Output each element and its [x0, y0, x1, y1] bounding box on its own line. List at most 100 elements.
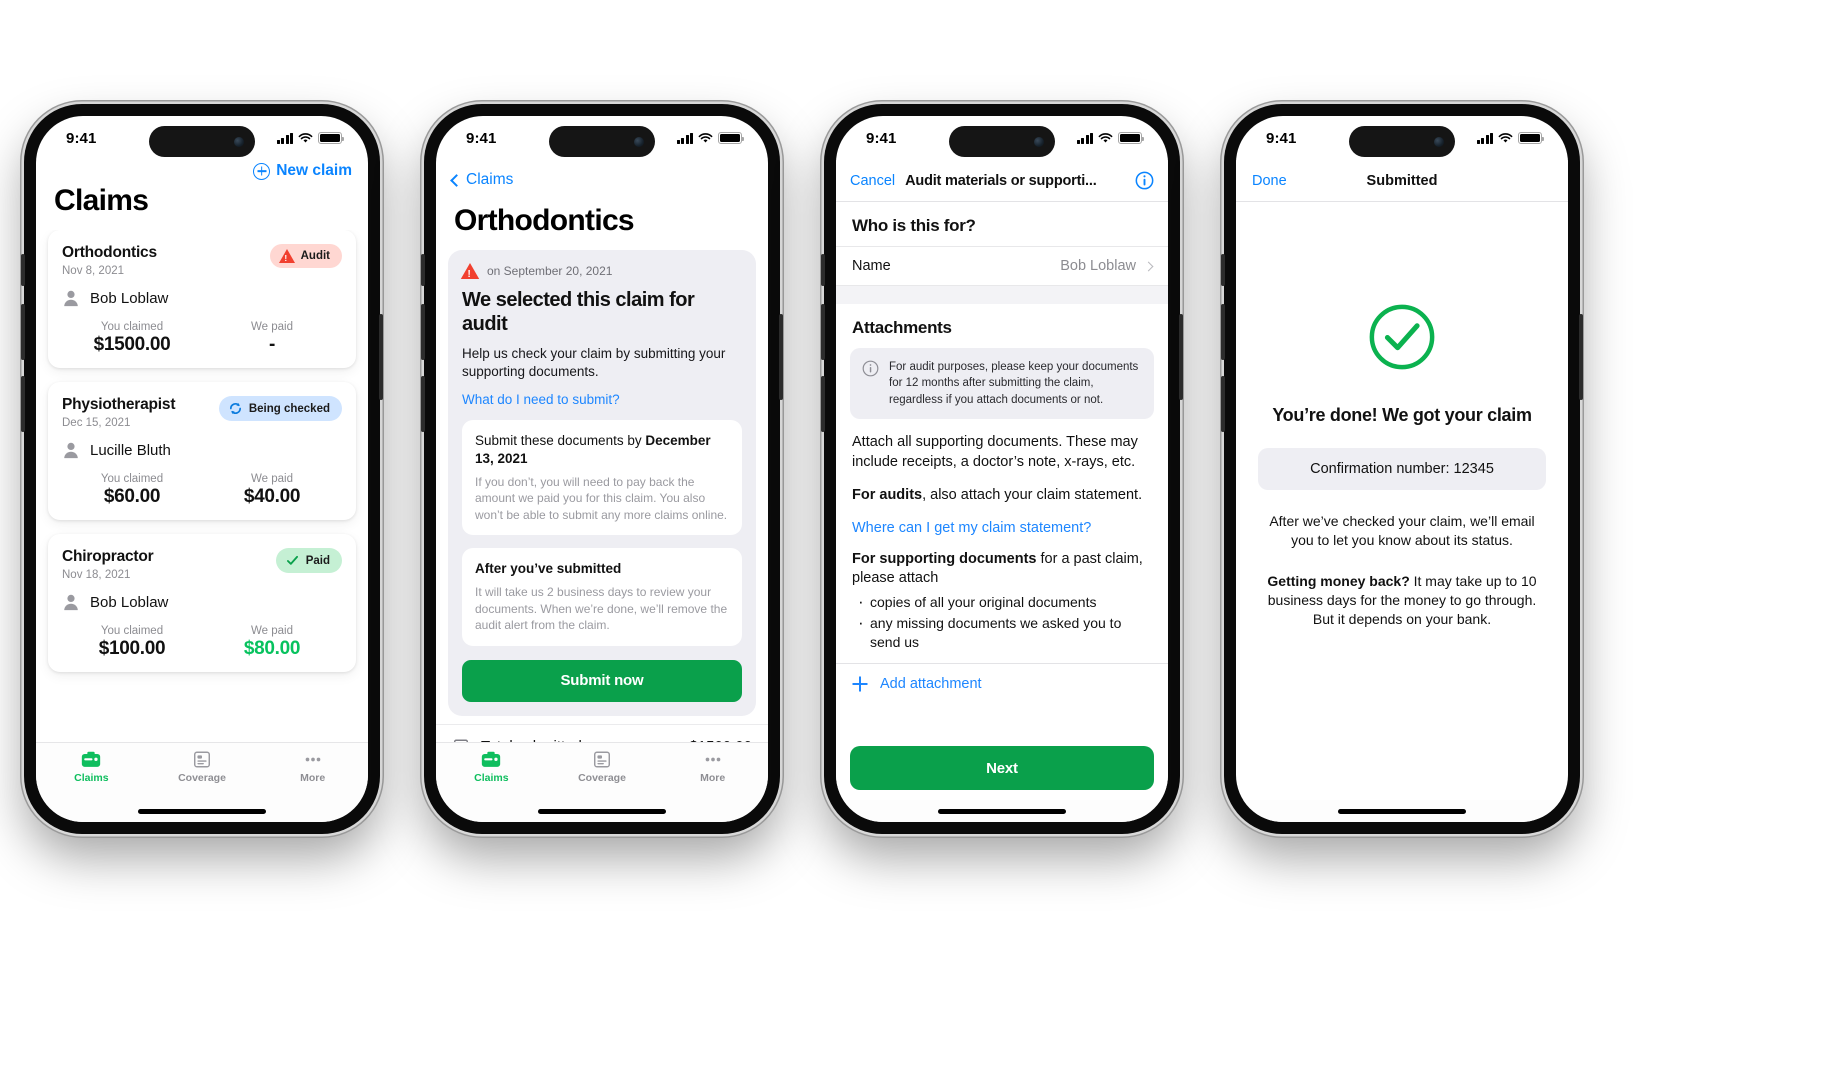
- claims-icon: [82, 751, 101, 767]
- claim-title: Physiotherapist: [62, 396, 176, 413]
- tab-claims[interactable]: Claims: [436, 750, 547, 784]
- info-note-text: For audit purposes, please keep your doc…: [889, 361, 1139, 406]
- battery-icon: [718, 132, 744, 144]
- person-icon: [64, 594, 78, 611]
- tab-coverage[interactable]: Coverage: [147, 750, 258, 784]
- info-icon[interactable]: [1135, 171, 1154, 190]
- tab-claims[interactable]: Claims: [36, 750, 147, 784]
- dynamic-island: [949, 126, 1055, 157]
- section-divider: [836, 286, 1168, 304]
- dynamic-island: [1349, 126, 1455, 157]
- claimed-label: You claimed: [100, 321, 164, 333]
- deadline-card: Submit these documents by December 13, 2…: [462, 420, 742, 536]
- modal-title: Audit materials or supporti...: [905, 172, 1097, 189]
- tab-coverage[interactable]: Coverage: [547, 750, 658, 784]
- power-button[interactable]: [379, 314, 383, 400]
- cellular-signal-icon: [676, 132, 693, 144]
- status-badge: Being checked: [218, 396, 342, 421]
- status-bar: 9:41: [1236, 116, 1568, 160]
- status-badge: Paid: [275, 548, 342, 573]
- audit-panel: on September 20, 2021 We selected this c…: [448, 250, 756, 716]
- attachments-bullet-list: copies of all your original documents an…: [836, 591, 1168, 652]
- success-check-icon: [1369, 304, 1435, 370]
- status-badge-label: Audit: [300, 250, 330, 262]
- home-indicator[interactable]: [836, 800, 1168, 822]
- wifi-icon: [1498, 132, 1513, 143]
- section-attachments: Attachments: [852, 318, 952, 337]
- cellular-signal-icon: [276, 132, 293, 144]
- add-attachment-button[interactable]: Add attachment: [836, 663, 1168, 704]
- paid-label: We paid: [251, 321, 293, 333]
- list-item: copies of all your original documents: [858, 591, 1152, 614]
- claim-date: Dec 15, 2021: [62, 417, 131, 429]
- audit-paragraph: Help us check your claim by submitting y…: [462, 346, 726, 380]
- claim-card[interactable]: Physiotherapist Dec 15, 2021 Being check…: [48, 382, 356, 520]
- power-button[interactable]: [1179, 314, 1183, 400]
- paid-label: We paid: [251, 625, 293, 637]
- claim-card[interactable]: Orthodontics Nov 8, 2021 Audit: [48, 230, 356, 368]
- after-submitted-heading: After you’ve submitted: [475, 561, 622, 577]
- volume-down-button[interactable]: [1221, 376, 1225, 432]
- power-button[interactable]: [779, 314, 783, 400]
- person-icon: [64, 290, 78, 307]
- chevron-right-icon: [1143, 261, 1154, 271]
- status-badge-label: Being checked: [248, 402, 330, 415]
- tab-more[interactable]: More: [257, 750, 368, 784]
- status-time: 9:41: [1266, 129, 1297, 147]
- deadline-heading-plain: Submit these documents by: [475, 433, 646, 449]
- success-paragraph-2: Getting money back? It may take up to 10…: [1258, 572, 1546, 629]
- claimed-value: $60.00: [103, 486, 161, 507]
- battery-icon: [1518, 132, 1544, 144]
- wifi-icon: [698, 132, 713, 143]
- volume-down-button[interactable]: [21, 376, 25, 432]
- paid-value: $40.00: [243, 486, 301, 507]
- name-field-row[interactable]: Name Bob Loblaw: [836, 246, 1168, 286]
- wifi-icon: [298, 132, 313, 143]
- after-submitted-body: It will take us 2 business days to revie…: [475, 585, 728, 633]
- home-indicator[interactable]: [1236, 800, 1568, 822]
- paid-value: -: [268, 334, 276, 355]
- cancel-button[interactable]: Cancel: [850, 173, 895, 189]
- power-button[interactable]: [1579, 314, 1583, 400]
- claims-icon: [482, 751, 501, 767]
- claimed-value: $100.00: [98, 638, 166, 659]
- done-button[interactable]: Done: [1252, 173, 1287, 189]
- claimed-label: You claimed: [100, 625, 164, 637]
- tab-bar: Claims Coverage More: [36, 742, 368, 800]
- claimed-label: You claimed: [100, 473, 164, 485]
- warning-triangle-icon: [278, 249, 295, 263]
- front-camera-icon: [1034, 136, 1044, 147]
- what-to-submit-link[interactable]: What do I need to submit?: [462, 392, 742, 407]
- claim-card[interactable]: Chiropractor Nov 18, 2021 Paid Bob Lobla…: [48, 534, 356, 672]
- tab-bar: Claims Coverage More: [436, 742, 768, 800]
- tab-more[interactable]: More: [657, 750, 768, 784]
- front-camera-icon: [234, 136, 244, 147]
- claims-list: Orthodontics Nov 8, 2021 Audit: [36, 230, 368, 672]
- back-button[interactable]: Claims: [450, 171, 513, 189]
- phone-1-claims-list: 9:41 New claim Claims Orthodontics Nov 8…: [21, 104, 383, 834]
- tab-more-label: More: [300, 772, 326, 784]
- more-icon: [305, 757, 321, 762]
- total-submitted-row: Total submitted $1500.00: [436, 723, 768, 742]
- success-heading: You’re done! We got your claim: [1272, 405, 1532, 425]
- new-claim-button[interactable]: New claim: [253, 162, 352, 180]
- warning-triangle-icon: [460, 262, 480, 280]
- paid-label: We paid: [251, 473, 293, 485]
- claim-person: Bob Loblaw: [90, 593, 169, 611]
- claim-statement-link[interactable]: Where can I get my claim statement?: [836, 520, 1168, 536]
- phone-4-confirmation: 9:41 Done Submitted You’re done! We got …: [1221, 104, 1583, 834]
- coverage-icon: [194, 751, 210, 768]
- volume-down-button[interactable]: [421, 376, 425, 432]
- cellular-signal-icon: [1076, 132, 1093, 144]
- front-camera-icon: [1434, 136, 1444, 147]
- next-button[interactable]: Next: [850, 746, 1154, 790]
- info-note-box: For audit purposes, please keep your doc…: [850, 348, 1154, 419]
- phone-2-claim-detail: 9:41 Claims Orthodontics ! on September …: [421, 104, 783, 834]
- deadline-body: If you don’t, you will need to pay back …: [475, 474, 728, 522]
- home-indicator[interactable]: [436, 800, 768, 822]
- section-who-is-this-for: Who is this for?: [852, 216, 976, 235]
- home-indicator[interactable]: [36, 800, 368, 822]
- status-time: 9:41: [66, 129, 97, 147]
- volume-down-button[interactable]: [821, 376, 825, 432]
- submit-now-button[interactable]: Submit now: [462, 659, 742, 702]
